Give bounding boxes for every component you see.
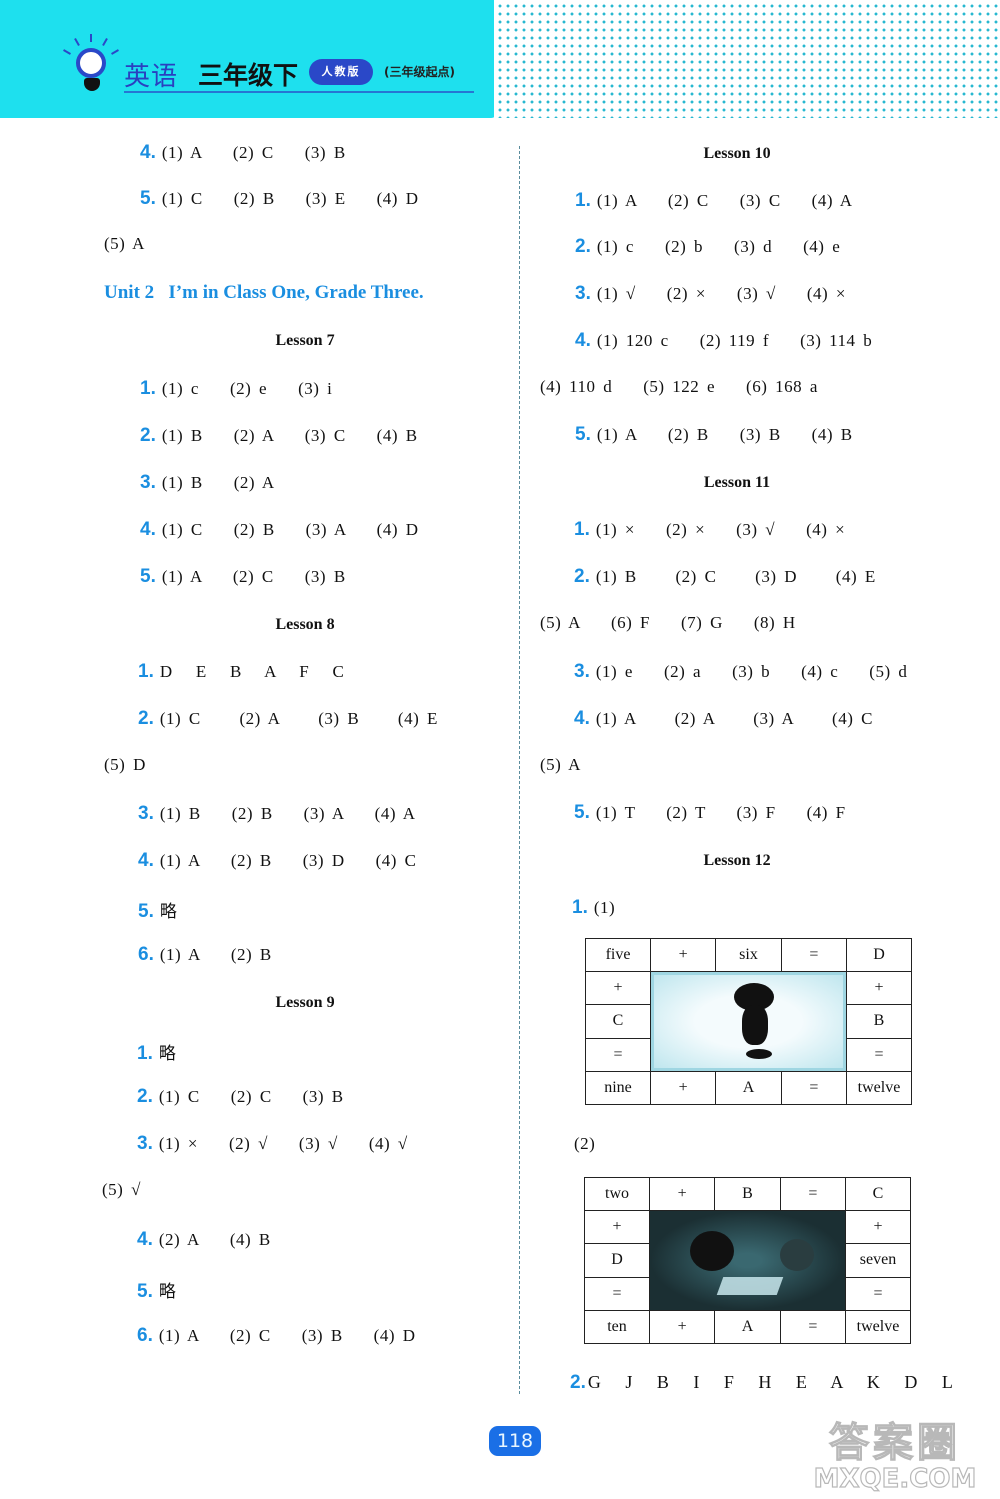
puzzle-cell: D bbox=[584, 1243, 650, 1278]
answer-line: 5. 略 bbox=[137, 1281, 177, 1302]
edition-badge: 人教版 bbox=[309, 59, 373, 85]
answer-line: 5. 略 bbox=[138, 901, 178, 922]
number-puzzle-2: two + B = C + + D seven = = ten + A = tw… bbox=[584, 1177, 911, 1344]
puzzle-cell: + bbox=[846, 970, 912, 1006]
column-divider bbox=[519, 146, 520, 1394]
grade-title: 三年级下 bbox=[198, 61, 299, 90]
puzzle-cell: B bbox=[714, 1177, 781, 1211]
puzzle-cell: = bbox=[584, 1276, 650, 1312]
unit-title: Unit 2 I’m in Class One, Grade Three. bbox=[104, 282, 424, 303]
answer-line: 1. (1) bbox=[572, 897, 616, 918]
answer-line: 3. (1) × (2) √ (3) √ (4) √ bbox=[137, 1133, 408, 1154]
answer-line: 6. (1) A (2) C (3) B (4) D bbox=[137, 1325, 416, 1346]
girl-walking-image bbox=[651, 972, 846, 1071]
answer-line: 5. (1) T (2) T (3) F (4) F bbox=[574, 802, 846, 823]
puzzle-cell: five bbox=[585, 938, 651, 972]
lightbulb-icon bbox=[62, 34, 122, 104]
puzzle-cell: C bbox=[845, 1177, 911, 1211]
puzzle-cell: = bbox=[845, 1276, 911, 1312]
answer-line: 1. D E B A F C bbox=[138, 661, 345, 682]
subject-title: 英语 bbox=[124, 62, 179, 92]
puzzle-cell: + bbox=[649, 938, 717, 972]
puzzle-cell: D bbox=[846, 938, 912, 972]
watermark: 答案圈 MXQE.COM bbox=[795, 1410, 995, 1494]
puzzle-cell: = bbox=[780, 938, 848, 972]
puzzle-cell: + bbox=[649, 1071, 717, 1105]
puzzle-cell: = bbox=[779, 1310, 847, 1344]
dot-pattern bbox=[494, 0, 1000, 118]
puzzle-illustration bbox=[649, 1210, 846, 1311]
lesson-title: Lesson 7 bbox=[275, 332, 335, 349]
answer-line: (5) D bbox=[104, 755, 146, 774]
answer-line: 1. (1) × (2) × (3) √ (4) × bbox=[574, 519, 846, 540]
answer-line: 4. (2) A (4) B bbox=[137, 1229, 271, 1250]
answer-line: 1. (1) A (2) C (3) C (4) A bbox=[575, 190, 853, 211]
lesson-title: Lesson 12 bbox=[703, 852, 771, 869]
answer-line: (4) 110 d (5) 122 e (6) 168 a bbox=[540, 377, 818, 396]
puzzle-cell: nine bbox=[585, 1071, 651, 1105]
answer-line: 2. (1) B (2) C (3) D (4) E bbox=[574, 566, 876, 587]
answer-line: 2. (1) C (2) C (3) B bbox=[137, 1086, 344, 1107]
number-puzzle-1: five + six = D + + C B = = nine + A = tw… bbox=[585, 938, 912, 1105]
answer-line: 3. (1) B (2) A bbox=[140, 472, 275, 493]
watermark-en: MXQE.COM bbox=[813, 1463, 977, 1494]
puzzle-cell: two bbox=[584, 1177, 650, 1211]
puzzle-cell: ten bbox=[584, 1310, 650, 1344]
answer-line: 5. (1) A (2) B (3) B (4) B bbox=[575, 424, 853, 445]
answer-line: 1. 略 bbox=[137, 1043, 177, 1064]
puzzle-cell: + bbox=[648, 1177, 716, 1211]
lesson-title: Lesson 8 bbox=[275, 616, 335, 633]
puzzle-cell: A bbox=[714, 1310, 781, 1344]
answer-line: 5. (1) A (2) C (3) B bbox=[140, 566, 346, 587]
puzzle-cell: = bbox=[846, 1037, 912, 1073]
answer-line: 3. (1) B (2) B (3) A (4) A bbox=[138, 803, 416, 824]
edition-note: (三年级起点) bbox=[384, 65, 455, 79]
answer-line: 4. (1) A (2) B (3) D (4) C bbox=[138, 850, 417, 871]
answer-line: 4. (1) A (2) A (3) A (4) C bbox=[574, 708, 873, 729]
lesson-title: Lesson 9 bbox=[275, 994, 335, 1011]
puzzle-cell: C bbox=[585, 1004, 651, 1039]
page-number: 118 bbox=[489, 1426, 541, 1456]
answer-line: 3. (1) √ (2) × (3) √ (4) × bbox=[575, 283, 846, 304]
answer-line: 2. G J B I F H E A K D L bbox=[570, 1372, 954, 1393]
puzzle-cell: = bbox=[780, 1071, 848, 1105]
answer-line: 1. (1) c (2) e (3) i bbox=[140, 378, 333, 399]
answer-line: 2. (1) c (2) b (3) d (4) e bbox=[575, 236, 841, 257]
puzzle-cell: = bbox=[779, 1177, 847, 1211]
answer-line: 3. (1) e (2) a (3) b (4) c (5) d bbox=[574, 661, 908, 682]
answer-line: (5) A bbox=[104, 234, 145, 253]
watermark-cn: 答案圈 bbox=[828, 1419, 961, 1466]
puzzle-cell: A bbox=[715, 1071, 782, 1105]
puzzle-cell: + bbox=[585, 970, 651, 1006]
answer-line: 4. (1) A (2) C (3) B bbox=[140, 142, 346, 163]
lesson-title: Lesson 11 bbox=[703, 474, 771, 491]
answer-line: 2. (1) C (2) A (3) B (4) E bbox=[138, 708, 438, 729]
answer-line: (2) bbox=[574, 1134, 596, 1153]
kids-playing-image bbox=[650, 1211, 845, 1310]
answer-line: 6. (1) A (2) B bbox=[138, 944, 272, 965]
lesson-title: Lesson 10 bbox=[703, 145, 771, 162]
answer-line: (5) A (6) F (7) G (8) H bbox=[540, 613, 796, 632]
puzzle-cell: B bbox=[846, 1004, 912, 1039]
puzzle-cell: twelve bbox=[846, 1071, 912, 1105]
puzzle-cell: six bbox=[715, 938, 782, 972]
puzzle-cell: = bbox=[585, 1037, 651, 1073]
answer-line: (5) √ bbox=[102, 1180, 141, 1199]
header-rule bbox=[124, 91, 474, 93]
puzzle-cell: + bbox=[648, 1310, 716, 1344]
puzzle-cell: + bbox=[845, 1209, 911, 1245]
page-header: 英语 三年级下 人教版 (三年级起点) bbox=[0, 0, 1000, 118]
puzzle-cell: seven bbox=[845, 1243, 911, 1278]
puzzle-illustration bbox=[650, 971, 847, 1072]
answer-line: 4. (1) 120 c (2) 119 f (3) 114 b bbox=[575, 330, 873, 351]
puzzle-cell: + bbox=[584, 1209, 650, 1245]
answer-line: 2. (1) B (2) A (3) C (4) B bbox=[140, 425, 418, 446]
puzzle-cell: twelve bbox=[845, 1310, 911, 1344]
answer-line: 5. (1) C (2) B (3) E (4) D bbox=[140, 188, 419, 209]
answer-line: (5) A bbox=[540, 755, 581, 774]
answer-line: 4. (1) C (2) B (3) A (4) D bbox=[140, 519, 419, 540]
